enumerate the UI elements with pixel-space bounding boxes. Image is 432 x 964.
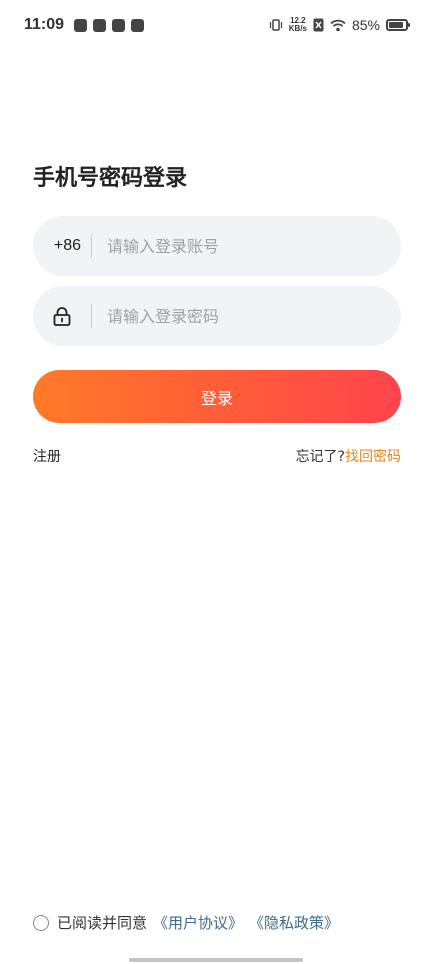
network-speed: 12.2 KB/s: [289, 17, 307, 33]
phone-field[interactable]: +86: [33, 216, 401, 276]
privacy-policy-link[interactable]: 《隐私政策》: [249, 912, 339, 933]
agreement-row: 已阅读并同意 《用户协议》 《隐私政策》: [33, 912, 339, 933]
page-title: 手机号密码登录: [33, 166, 188, 191]
login-page: 11:09 12.2 KB/s 85% 手机号密码登录 +86 请输入登录账号 …: [0, 0, 432, 964]
password-field[interactable]: [33, 286, 401, 346]
app-notification-icon: [74, 18, 88, 32]
no-sim-icon: [313, 18, 324, 32]
status-bar-left: 11:09: [24, 16, 145, 34]
network-speed-unit: KB/s: [288, 24, 307, 33]
forgot-password-row: 忘记了?找回密码: [296, 446, 401, 466]
register-link[interactable]: 注册: [33, 446, 61, 466]
lock-icon-wrapper: [33, 306, 91, 326]
password-input[interactable]: [107, 286, 401, 346]
battery-icon: [386, 19, 410, 31]
forgot-password-prompt: 忘记了?: [295, 449, 345, 465]
country-code-prefix[interactable]: +86: [33, 237, 91, 255]
status-time: 11:09: [24, 16, 65, 33]
phone-input[interactable]: [107, 216, 401, 276]
vibrate-icon: [269, 19, 282, 31]
login-button[interactable]: 登录: [33, 370, 401, 423]
recover-password-link[interactable]: 找回密码: [345, 449, 401, 465]
lock-icon: [53, 307, 71, 326]
battery-percent: 85%: [351, 17, 380, 33]
wifi-icon: [330, 19, 346, 31]
field-divider: [91, 234, 92, 258]
field-divider: [91, 304, 92, 328]
home-indicator[interactable]: [129, 958, 303, 962]
play-notification-icon: [112, 18, 126, 32]
status-bar: 11:09 12.2 KB/s 85%: [0, 0, 432, 50]
agreement-radio[interactable]: [33, 914, 49, 931]
user-agreement-link[interactable]: 《用户协议》: [153, 912, 243, 933]
app-notification-icon: [93, 18, 107, 32]
agreement-text: 已阅读并同意: [57, 914, 148, 932]
mail-notification-icon: [131, 18, 145, 32]
status-bar-right: 12.2 KB/s 85%: [269, 17, 410, 33]
battery-level-fill: [389, 22, 403, 28]
